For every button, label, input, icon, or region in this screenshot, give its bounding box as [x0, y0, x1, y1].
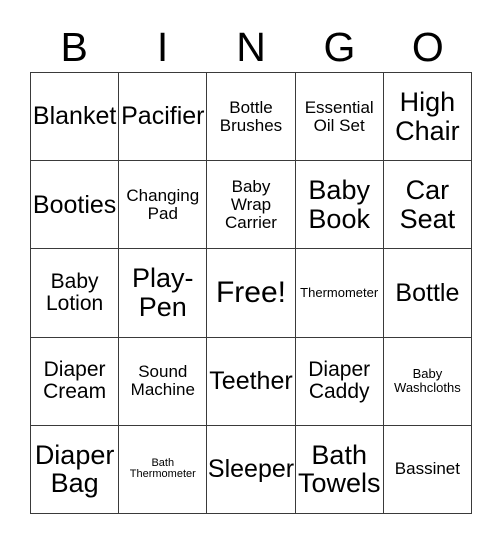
bingo-cell-label: Play- Pen: [132, 263, 194, 322]
bingo-cell-label: Baby Book: [308, 175, 370, 234]
bingo-cell-r5-c4[interactable]: Bath Towels: [295, 425, 384, 514]
bingo-cell-r5-c2[interactable]: Bath Thermometer: [119, 425, 208, 514]
bingo-cell-r1-c4[interactable]: Essential Oil Set: [295, 73, 384, 162]
bingo-header-letter-n: N: [236, 23, 266, 70]
bingo-cell-label: Booties: [32, 190, 117, 219]
bingo-cell-label: Diaper Cream: [43, 357, 107, 404]
bingo-cell-label: Sleeper: [207, 455, 295, 484]
bingo-cell-label: Baby Wrap Carrier: [225, 176, 277, 232]
bingo-cell-r3-c2[interactable]: Play- Pen: [119, 249, 208, 338]
bingo-cell-r1-c1[interactable]: Blanket: [31, 73, 120, 162]
bingo-cell-label: Sound Machine: [130, 362, 195, 400]
bingo-cell-label: High Chair: [395, 86, 460, 146]
bingo-cell-label: Bath Thermometer: [129, 456, 196, 481]
bingo-cell-label: Bottle Brushes: [219, 97, 283, 135]
bingo-cell-r4-c2[interactable]: Sound Machine: [119, 337, 208, 426]
bingo-cell-r2-c3[interactable]: Baby Wrap Carrier: [207, 161, 296, 250]
bingo-cell-label: Thermometer: [300, 285, 379, 301]
bingo-header-letter-i: I: [156, 23, 169, 70]
bingo-header-letter-b: B: [60, 23, 88, 70]
bingo-cell-r5-c3[interactable]: Sleeper: [207, 425, 296, 514]
bingo-cell-r4-c1[interactable]: Diaper Cream: [31, 337, 120, 426]
bingo-cell-label: Diaper Bag: [34, 439, 115, 499]
bingo-cell-label: Pacifier: [121, 102, 205, 131]
bingo-cell-label: Bottle: [395, 278, 460, 307]
bingo-cell-label: Baby Washcloths: [394, 366, 461, 396]
bingo-cell-label: Teether: [209, 366, 293, 395]
bingo-header-letter-o: O: [411, 23, 444, 70]
bingo-cell-label: Car Seat: [399, 175, 456, 234]
bingo-cell-free[interactable]: Free!: [207, 249, 296, 338]
bingo-cell-r2-c5[interactable]: Car Seat: [383, 161, 472, 250]
bingo-cell-label: Bassinet: [394, 459, 460, 479]
bingo-cell-label: Bath Towels: [297, 439, 381, 499]
bingo-cell-r5-c5[interactable]: Bassinet: [383, 425, 472, 514]
bingo-cell-label: Changing Pad: [126, 185, 200, 223]
bingo-cell-r2-c1[interactable]: Booties: [31, 161, 120, 250]
bingo-cell-label: Baby Lotion: [45, 269, 104, 315]
bingo-cell-r1-c2[interactable]: Pacifier: [119, 73, 208, 162]
bingo-cell-label: Blanket: [32, 102, 117, 131]
bingo-header-row: BINGO: [30, 22, 472, 72]
bingo-cell-r4-c4[interactable]: Diaper Caddy: [295, 337, 384, 426]
bingo-cell-r3-c5[interactable]: Bottle: [383, 249, 472, 338]
bingo-cell-r4-c3[interactable]: Teether: [207, 337, 296, 426]
bingo-cell-label: Diaper Caddy: [308, 357, 371, 404]
bingo-cell-r2-c4[interactable]: Baby Book: [295, 161, 384, 250]
bingo-cell-r2-c2[interactable]: Changing Pad: [119, 161, 208, 250]
bingo-cell-r1-c5[interactable]: High Chair: [383, 73, 472, 162]
bingo-cell-label: Free!: [215, 276, 286, 310]
bingo-cell-r4-c5[interactable]: Baby Washcloths: [383, 337, 472, 426]
bingo-cell-r5-c1[interactable]: Diaper Bag: [31, 425, 120, 514]
bingo-grid: Blanket Pacifier Bottle Brushes Essential O…: [30, 72, 472, 514]
bingo-header-letter-g: G: [323, 23, 356, 70]
bingo-cell-label: Essential Oil Set: [304, 97, 374, 135]
bingo-cell-r3-c4[interactable]: Thermometer: [295, 249, 384, 338]
bingo-cell-r3-c1[interactable]: Baby Lotion: [31, 249, 120, 338]
bingo-card: B I N G O Blanket Pacifier Bottle Brushes Essen…: [0, 0, 500, 544]
bingo-cell-r1-c3[interactable]: Bottle Brushes: [207, 73, 296, 162]
